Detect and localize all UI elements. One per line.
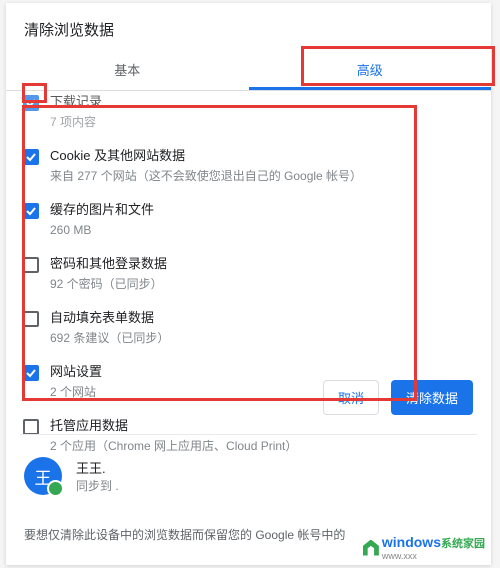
checkbox[interactable] (23, 311, 39, 327)
item-title: 托管应用数据 (50, 417, 475, 435)
list-item: 自动填充表单数据 692 条建议（已同步） (16, 299, 475, 353)
watermark-brand: windows (382, 534, 441, 550)
house-icon (363, 540, 379, 556)
cancel-button[interactable]: 取消 (323, 380, 379, 415)
item-sub: 7 项内容 (50, 113, 475, 131)
item-title: 自动填充表单数据 (50, 309, 475, 327)
button-row: 取消 清除数据 (323, 380, 473, 415)
item-sub: 92 个密码（已同步） (50, 275, 475, 293)
watermark: windows系统家园 www.xxx (363, 534, 485, 561)
list-item: 密码和其他登录数据 92 个密码（已同步） (16, 245, 475, 299)
item-sub: 2 个应用（Chrome 网上应用店、Cloud Print） (50, 437, 475, 455)
clear-data-button[interactable]: 清除数据 (391, 380, 473, 415)
list-item: 缓存的图片和文件 260 MB (16, 191, 475, 245)
account-row: 王 王王. 同步到 . (24, 457, 119, 495)
item-sub: 260 MB (50, 221, 475, 239)
watermark-url: www.xxx (382, 551, 485, 561)
item-title: 密码和其他登录数据 (50, 255, 475, 273)
watermark-tag: 系统家园 (441, 538, 485, 550)
checkbox[interactable] (23, 95, 39, 111)
footer-text: 要想仅清除此设备中的浏览数据而保留您的 Google 帐号中的 (24, 526, 345, 543)
account-sub: 同步到 . (76, 477, 119, 494)
list-item: Cookie 及其他网站数据 来自 277 个网站（这不会致使您退出自己的 Go… (16, 137, 475, 191)
sync-badge-icon (47, 480, 64, 497)
item-title: Cookie 及其他网站数据 (50, 147, 475, 165)
divider (20, 434, 477, 435)
list-item: 下载记录 7 项内容 (16, 83, 475, 137)
clear-browsing-data-dialog: 清除浏览数据 基本 高级 下载记录 7 项内容 Cookie 及其他网站数据 来… (6, 3, 491, 565)
avatar: 王 (24, 457, 62, 495)
checkbox[interactable] (23, 257, 39, 273)
item-title: 网站设置 (50, 363, 475, 381)
dialog-title: 清除浏览数据 (6, 3, 491, 50)
item-sub: 692 条建议（已同步） (50, 329, 475, 347)
checkbox[interactable] (23, 203, 39, 219)
item-sub: 来自 277 个网站（这不会致使您退出自己的 Google 帐号） (50, 167, 475, 185)
account-name: 王王. (76, 458, 119, 477)
checkbox[interactable] (23, 419, 39, 435)
item-title: 下载记录 (50, 93, 475, 111)
checkbox[interactable] (23, 365, 39, 381)
item-title: 缓存的图片和文件 (50, 201, 475, 219)
checkbox[interactable] (23, 149, 39, 165)
